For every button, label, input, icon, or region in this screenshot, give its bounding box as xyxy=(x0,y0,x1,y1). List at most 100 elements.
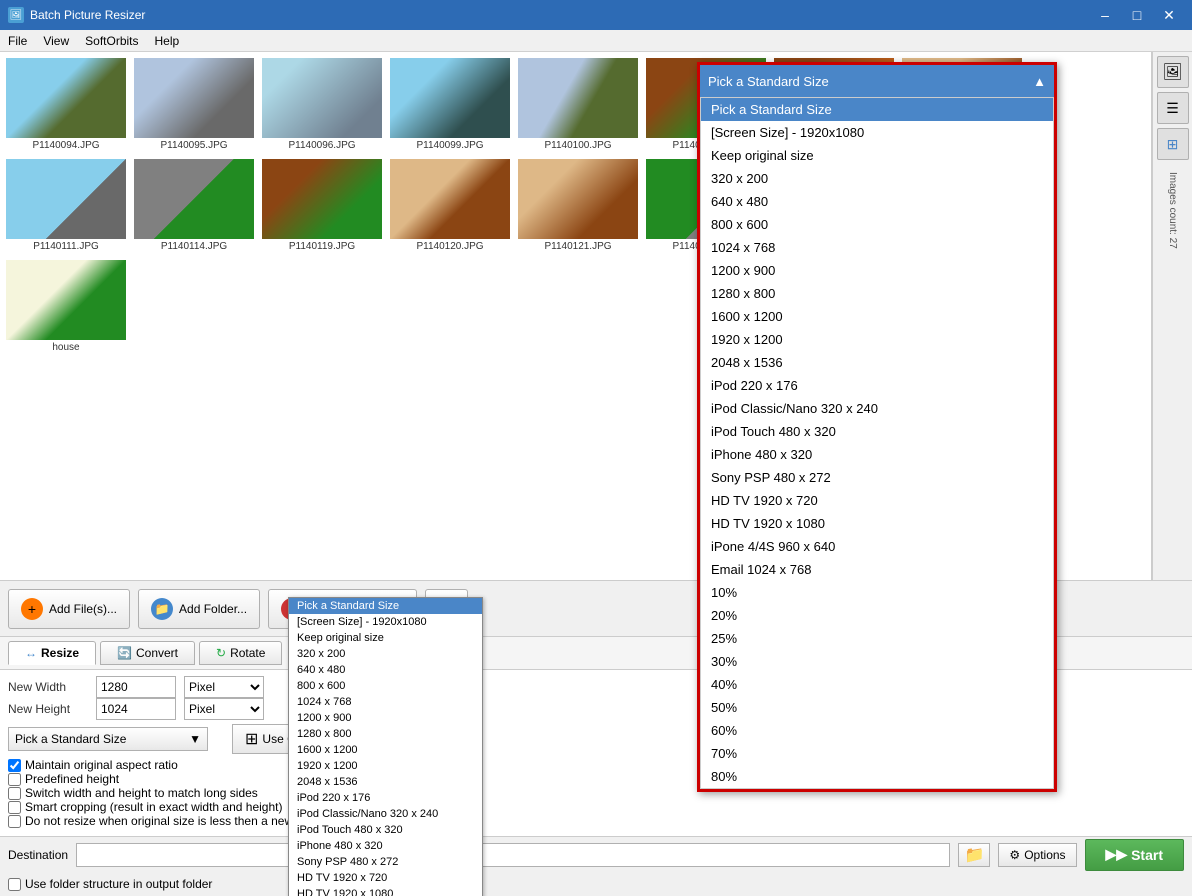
do-not-resize-label: Do not resize when original size is less… xyxy=(25,814,317,828)
dropdown-item[interactable]: 70% xyxy=(701,742,1053,765)
small-dropdown-item[interactable]: 2048 x 1536 xyxy=(289,774,482,790)
menu-help[interactable]: Help xyxy=(147,30,188,52)
destination-input[interactable] xyxy=(76,843,950,867)
dropdown-list[interactable]: Pick a Standard Size[Screen Size] - 1920… xyxy=(700,97,1054,789)
predefined-height-checkbox[interactable] xyxy=(8,773,21,786)
switch-width-height-checkbox[interactable] xyxy=(8,787,21,800)
dropdown-item[interactable]: 1024 x 768 xyxy=(701,236,1053,259)
list-item[interactable]: P1140094.JPG xyxy=(4,56,128,153)
tab-resize[interactable]: ↔ Resize xyxy=(8,641,96,665)
dropdown-item[interactable]: [Screen Size] - 1920x1080 xyxy=(701,121,1053,144)
height-unit-select[interactable]: Pixel Percent xyxy=(184,698,264,720)
convert-icon: 🔄 xyxy=(117,646,132,660)
tab-convert[interactable]: 🔄 Convert xyxy=(100,641,195,665)
list-item[interactable]: house xyxy=(4,258,128,355)
small-dropdown-item[interactable]: 800 x 600 xyxy=(289,678,482,694)
list-item[interactable]: P1140099.JPG xyxy=(388,56,512,153)
list-item[interactable]: P1140121.JPG xyxy=(516,157,640,254)
dropdown-item[interactable]: Pick a Standard Size xyxy=(701,98,1053,121)
list-item[interactable]: P1140114.JPG xyxy=(132,157,256,254)
dropdown-item[interactable]: 20% xyxy=(701,604,1053,627)
small-dropdown-item[interactable]: HD TV 1920 x 720 xyxy=(289,870,482,886)
small-dropdown-item[interactable]: iPod Touch 480 x 320 xyxy=(289,822,482,838)
small-dropdown-item[interactable]: iPhone 480 x 320 xyxy=(289,838,482,854)
dropdown-item[interactable]: 1280 x 800 xyxy=(701,282,1053,305)
new-width-input[interactable] xyxy=(96,676,176,698)
smart-cropping-checkbox[interactable] xyxy=(8,801,21,814)
small-dropdown-item[interactable]: iPod 220 x 176 xyxy=(289,790,482,806)
browse-destination-button[interactable]: 📁 xyxy=(958,843,990,867)
dropdown-item[interactable]: 30% xyxy=(701,650,1053,673)
dropdown-item[interactable]: Keep original size xyxy=(701,144,1053,167)
small-dropdown-item[interactable]: 1600 x 1200 xyxy=(289,742,482,758)
dropdown-item[interactable]: 60% xyxy=(701,719,1053,742)
dropdown-item[interactable]: Email 1024 x 768 xyxy=(701,558,1053,581)
small-dropdown-item[interactable]: iPod Classic/Nano 320 x 240 xyxy=(289,806,482,822)
list-item[interactable]: P1140100.JPG xyxy=(516,56,640,153)
right-sidebar: 🖼 ☰ ⊞ Images count: 27 xyxy=(1152,52,1192,580)
menu-softorbits[interactable]: SoftOrbits xyxy=(77,30,146,52)
small-dropdown-item[interactable]: Pick a Standard Size xyxy=(289,598,482,614)
small-dropdown-item[interactable]: Sony PSP 480 x 272 xyxy=(289,854,482,870)
small-dropdown-item[interactable]: [Screen Size] - 1920x1080 xyxy=(289,614,482,630)
dropdown-item[interactable]: iPod Classic/Nano 320 x 240 xyxy=(701,397,1053,420)
dropdown-item[interactable]: iPod Touch 480 x 320 xyxy=(701,420,1053,443)
maintain-aspect-checkbox[interactable] xyxy=(8,759,21,772)
sidebar-view-btn-2[interactable]: ☰ xyxy=(1157,92,1189,124)
dropdown-item[interactable]: Sony PSP 480 x 272 xyxy=(701,466,1053,489)
list-item[interactable]: P1140096.JPG xyxy=(260,56,384,153)
list-item[interactable]: P1140119.JPG xyxy=(260,157,384,254)
menu-file[interactable]: File xyxy=(0,30,35,52)
maximize-button[interactable]: □ xyxy=(1122,0,1152,30)
standard-size-dropdown-trigger[interactable]: Pick a Standard Size ▼ xyxy=(8,727,208,751)
dropdown-item[interactable]: 25% xyxy=(701,627,1053,650)
dropdown-item[interactable]: HD TV 1920 x 720 xyxy=(701,489,1053,512)
sidebar-view-btn-1[interactable]: 🖼 xyxy=(1157,56,1189,88)
dropdown-collapse-icon[interactable]: ▲ xyxy=(1033,74,1046,89)
small-dropdown-item[interactable]: 640 x 480 xyxy=(289,662,482,678)
small-dropdown-item[interactable]: 1280 x 800 xyxy=(289,726,482,742)
small-dropdown-item[interactable]: 1920 x 1200 xyxy=(289,758,482,774)
small-dropdown-item[interactable]: 1200 x 900 xyxy=(289,710,482,726)
dropdown-item[interactable]: 1920 x 1200 xyxy=(701,328,1053,351)
canvas-icon: ⊞ xyxy=(245,729,258,749)
options-button[interactable]: ⚙ Options xyxy=(998,843,1076,867)
list-item[interactable]: P1140095.JPG xyxy=(132,56,256,153)
thumbnail-image xyxy=(6,58,126,138)
close-button[interactable]: ✕ xyxy=(1154,0,1184,30)
list-item[interactable]: P1140111.JPG xyxy=(4,157,128,254)
dropdown-item[interactable]: iPhone 480 x 320 xyxy=(701,443,1053,466)
width-unit-select[interactable]: Pixel Percent xyxy=(184,676,264,698)
dropdown-item[interactable]: 10% xyxy=(701,581,1053,604)
do-not-resize-checkbox[interactable] xyxy=(8,815,21,828)
small-dropdown-item[interactable]: 320 x 200 xyxy=(289,646,482,662)
dropdown-item[interactable]: 1600 x 1200 xyxy=(701,305,1053,328)
minimize-button[interactable]: – xyxy=(1090,0,1120,30)
dropdown-item[interactable]: HD TV 1920 x 1080 xyxy=(701,512,1053,535)
small-dropdown-item[interactable]: HD TV 1920 x 1080 xyxy=(289,886,482,896)
thumbnail-image xyxy=(134,58,254,138)
dropdown-item[interactable]: 2048 x 1536 xyxy=(701,351,1053,374)
dropdown-item[interactable]: iPod 220 x 176 xyxy=(701,374,1053,397)
start-button[interactable]: ▶▶ Start xyxy=(1085,839,1184,871)
dropdown-item[interactable]: 320 x 200 xyxy=(701,167,1053,190)
small-dropdown-item[interactable]: 1024 x 768 xyxy=(289,694,482,710)
dropdown-item[interactable]: 640 x 480 xyxy=(701,190,1053,213)
small-dropdown-item[interactable]: Keep original size xyxy=(289,630,482,646)
folder-structure-checkbox[interactable] xyxy=(8,878,21,891)
tab-rotate[interactable]: ↻ Rotate xyxy=(199,641,282,665)
add-files-button[interactable]: + Add File(s)... xyxy=(8,589,130,629)
dropdown-item[interactable]: iPone 4/4S 960 x 640 xyxy=(701,535,1053,558)
dropdown-item[interactable]: 1200 x 900 xyxy=(701,259,1053,282)
menu-view[interactable]: View xyxy=(35,30,77,52)
dropdown-item[interactable]: 80% xyxy=(701,765,1053,788)
dropdown-item[interactable]: 800 x 600 xyxy=(701,213,1053,236)
small-dropdown[interactable]: Pick a Standard Size[Screen Size] - 1920… xyxy=(288,597,483,896)
dropdown-item[interactable]: 40% xyxy=(701,673,1053,696)
destination-label: Destination xyxy=(8,848,68,862)
list-item[interactable]: P1140120.JPG xyxy=(388,157,512,254)
add-folder-button[interactable]: 📁 Add Folder... xyxy=(138,589,260,629)
new-height-input[interactable] xyxy=(96,698,176,720)
sidebar-view-btn-3[interactable]: ⊞ xyxy=(1157,128,1189,160)
dropdown-item[interactable]: 50% xyxy=(701,696,1053,719)
